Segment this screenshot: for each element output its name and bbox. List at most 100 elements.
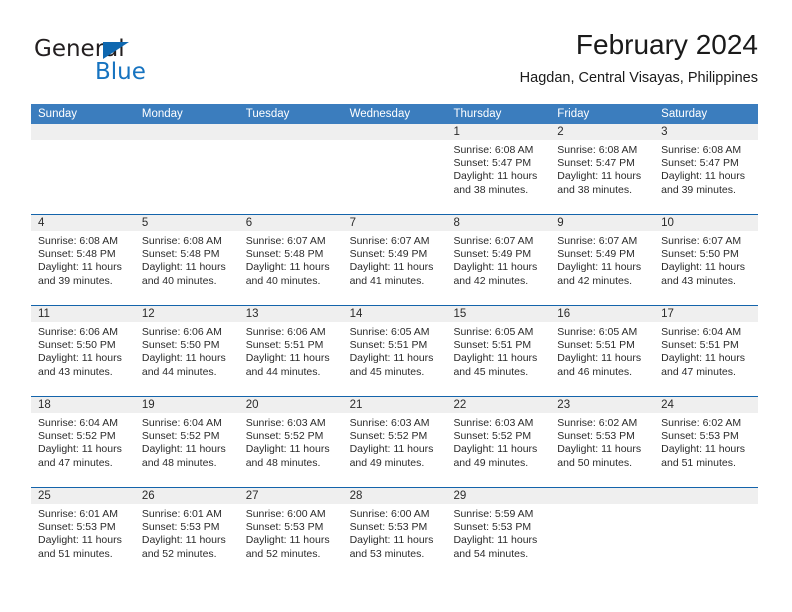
weekday-header-row: Sunday Monday Tuesday Wednesday Thursday… bbox=[31, 104, 758, 124]
day-number[interactable] bbox=[654, 488, 758, 504]
day-cell[interactable]: Sunrise: 6:04 AM Sunset: 5:52 PM Dayligh… bbox=[135, 413, 239, 487]
day-cell[interactable] bbox=[135, 140, 239, 214]
day-number[interactable] bbox=[239, 124, 343, 140]
day-cell[interactable]: Sunrise: 5:59 AM Sunset: 5:53 PM Dayligh… bbox=[446, 504, 550, 578]
daylight-text: Daylight: 11 hours and 42 minutes. bbox=[557, 261, 642, 287]
day-cell[interactable]: Sunrise: 6:02 AM Sunset: 5:53 PM Dayligh… bbox=[550, 413, 654, 487]
day-number[interactable]: 9 bbox=[550, 215, 654, 231]
day-cell[interactable]: Sunrise: 6:07 AM Sunset: 5:49 PM Dayligh… bbox=[343, 231, 447, 305]
day-cell[interactable]: Sunrise: 6:00 AM Sunset: 5:53 PM Dayligh… bbox=[239, 504, 343, 578]
day-cell[interactable] bbox=[654, 504, 758, 578]
day-number[interactable]: 10 bbox=[654, 215, 758, 231]
sunset-text: Sunset: 5:51 PM bbox=[453, 339, 532, 352]
day-cell[interactable]: Sunrise: 6:03 AM Sunset: 5:52 PM Dayligh… bbox=[446, 413, 550, 487]
day-cell[interactable] bbox=[550, 504, 654, 578]
day-number[interactable]: 7 bbox=[343, 215, 447, 231]
day-number[interactable]: 25 bbox=[31, 488, 135, 504]
sunrise-text: Sunrise: 6:06 AM bbox=[38, 326, 118, 338]
sunrise-text: Sunrise: 6:03 AM bbox=[453, 417, 534, 429]
day-number[interactable]: 27 bbox=[239, 488, 343, 504]
day-cell[interactable]: Sunrise: 6:07 AM Sunset: 5:48 PM Dayligh… bbox=[239, 231, 343, 305]
sunrise-text: Sunrise: 6:06 AM bbox=[141, 326, 222, 338]
day-cell[interactable]: Sunrise: 6:00 AM Sunset: 5:53 PM Dayligh… bbox=[343, 504, 447, 578]
daylight-text: Daylight: 11 hours and 51 minutes. bbox=[661, 443, 746, 469]
day-number[interactable]: 20 bbox=[239, 397, 343, 413]
day-number[interactable]: 8 bbox=[446, 215, 550, 231]
day-cell[interactable]: Sunrise: 6:01 AM Sunset: 5:53 PM Dayligh… bbox=[31, 504, 135, 578]
weekday-friday: Friday bbox=[557, 108, 590, 120]
day-number[interactable]: 4 bbox=[31, 215, 135, 231]
day-number[interactable]: 1 bbox=[446, 124, 550, 140]
sunset-text: Sunset: 5:53 PM bbox=[349, 521, 428, 534]
day-cell[interactable]: Sunrise: 6:01 AM Sunset: 5:53 PM Dayligh… bbox=[135, 504, 239, 578]
day-number[interactable]: 26 bbox=[135, 488, 239, 504]
day-number[interactable] bbox=[550, 488, 654, 504]
day-number[interactable]: 14 bbox=[343, 306, 447, 322]
sunrise-text: Sunrise: 6:04 AM bbox=[38, 417, 118, 429]
day-number[interactable]: 24 bbox=[654, 397, 758, 413]
daylight-text: Daylight: 11 hours and 46 minutes. bbox=[557, 352, 642, 378]
day-cell[interactable]: Sunrise: 6:05 AM Sunset: 5:51 PM Dayligh… bbox=[550, 322, 654, 396]
sunset-text: Sunset: 5:49 PM bbox=[557, 248, 635, 261]
day-cell[interactable]: Sunrise: 6:08 AM Sunset: 5:48 PM Dayligh… bbox=[135, 231, 239, 305]
day-cell[interactable]: Sunrise: 6:06 AM Sunset: 5:50 PM Dayligh… bbox=[31, 322, 135, 396]
sunset-text: Sunset: 5:47 PM bbox=[557, 157, 635, 170]
day-cell[interactable]: Sunrise: 6:03 AM Sunset: 5:52 PM Dayligh… bbox=[239, 413, 343, 487]
day-number[interactable] bbox=[31, 124, 135, 140]
day-number[interactable]: 23 bbox=[550, 397, 654, 413]
day-number[interactable]: 5 bbox=[135, 215, 239, 231]
day-number[interactable]: 6 bbox=[239, 215, 343, 231]
day-number[interactable]: 28 bbox=[343, 488, 447, 504]
day-cell[interactable]: Sunrise: 6:08 AM Sunset: 5:47 PM Dayligh… bbox=[446, 140, 550, 214]
day-number[interactable]: 2 bbox=[550, 124, 654, 140]
day-number[interactable]: 22 bbox=[446, 397, 550, 413]
day-number[interactable] bbox=[135, 124, 239, 140]
day-number[interactable]: 17 bbox=[654, 306, 758, 322]
day-number[interactable] bbox=[343, 124, 447, 140]
calendar-page: General Blue February 2024 Hagdan, Centr… bbox=[0, 0, 792, 612]
day-cell[interactable] bbox=[343, 140, 447, 214]
sunset-text: Sunset: 5:52 PM bbox=[349, 430, 428, 443]
day-cell[interactable]: Sunrise: 6:04 AM Sunset: 5:52 PM Dayligh… bbox=[31, 413, 135, 487]
day-number[interactable]: 21 bbox=[343, 397, 447, 413]
day-number[interactable]: 12 bbox=[135, 306, 239, 322]
daylight-text: Daylight: 11 hours and 47 minutes. bbox=[38, 443, 122, 469]
day-cell[interactable]: Sunrise: 6:07 AM Sunset: 5:50 PM Dayligh… bbox=[654, 231, 758, 305]
day-cell[interactable]: Sunrise: 6:08 AM Sunset: 5:47 PM Dayligh… bbox=[550, 140, 654, 214]
weekday-wednesday: Wednesday bbox=[349, 108, 411, 120]
day-detail-band: Sunrise: 6:08 AM Sunset: 5:48 PM Dayligh… bbox=[31, 231, 758, 305]
week-row: 1 2 3 Sunrise: 6:08 AM Sunset: 5:47 PM D… bbox=[31, 124, 758, 214]
day-number[interactable]: 15 bbox=[446, 306, 550, 322]
day-number[interactable]: 3 bbox=[654, 124, 758, 140]
day-number[interactable]: 13 bbox=[239, 306, 343, 322]
day-number[interactable]: 11 bbox=[31, 306, 135, 322]
sunrise-text: Sunrise: 6:07 AM bbox=[661, 235, 742, 247]
daylight-text: Daylight: 11 hours and 53 minutes. bbox=[349, 534, 434, 560]
day-cell[interactable] bbox=[31, 140, 135, 214]
day-cell[interactable]: Sunrise: 6:04 AM Sunset: 5:51 PM Dayligh… bbox=[654, 322, 758, 396]
daylight-text: Daylight: 11 hours and 49 minutes. bbox=[453, 443, 538, 469]
day-cell[interactable]: Sunrise: 6:06 AM Sunset: 5:50 PM Dayligh… bbox=[135, 322, 239, 396]
day-cell[interactable]: Sunrise: 6:07 AM Sunset: 5:49 PM Dayligh… bbox=[446, 231, 550, 305]
day-cell[interactable]: Sunrise: 6:03 AM Sunset: 5:52 PM Dayligh… bbox=[343, 413, 447, 487]
sunrise-text: Sunrise: 6:00 AM bbox=[349, 508, 430, 520]
day-cell[interactable]: Sunrise: 6:05 AM Sunset: 5:51 PM Dayligh… bbox=[343, 322, 447, 396]
day-cell[interactable]: Sunrise: 6:08 AM Sunset: 5:47 PM Dayligh… bbox=[654, 140, 758, 214]
day-cell[interactable]: Sunrise: 6:07 AM Sunset: 5:49 PM Dayligh… bbox=[550, 231, 654, 305]
day-number[interactable]: 16 bbox=[550, 306, 654, 322]
day-cell[interactable]: Sunrise: 6:06 AM Sunset: 5:51 PM Dayligh… bbox=[239, 322, 343, 396]
sunset-text: Sunset: 5:52 PM bbox=[245, 430, 324, 443]
day-number[interactable]: 29 bbox=[446, 488, 550, 504]
day-cell[interactable]: Sunrise: 6:05 AM Sunset: 5:51 PM Dayligh… bbox=[446, 322, 550, 396]
day-cell[interactable]: Sunrise: 6:02 AM Sunset: 5:53 PM Dayligh… bbox=[654, 413, 758, 487]
sunrise-text: Sunrise: 6:07 AM bbox=[245, 235, 326, 247]
daylight-text: Daylight: 11 hours and 50 minutes. bbox=[557, 443, 642, 469]
day-number[interactable]: 18 bbox=[31, 397, 135, 413]
sunrise-text: Sunrise: 6:08 AM bbox=[141, 235, 222, 247]
day-cell[interactable]: Sunrise: 6:08 AM Sunset: 5:48 PM Dayligh… bbox=[31, 231, 135, 305]
day-cell[interactable] bbox=[239, 140, 343, 214]
sunrise-text: Sunrise: 6:07 AM bbox=[557, 235, 638, 247]
sunset-text: Sunset: 5:50 PM bbox=[661, 248, 739, 261]
daylight-text: Daylight: 11 hours and 47 minutes. bbox=[661, 352, 746, 378]
day-number[interactable]: 19 bbox=[135, 397, 239, 413]
